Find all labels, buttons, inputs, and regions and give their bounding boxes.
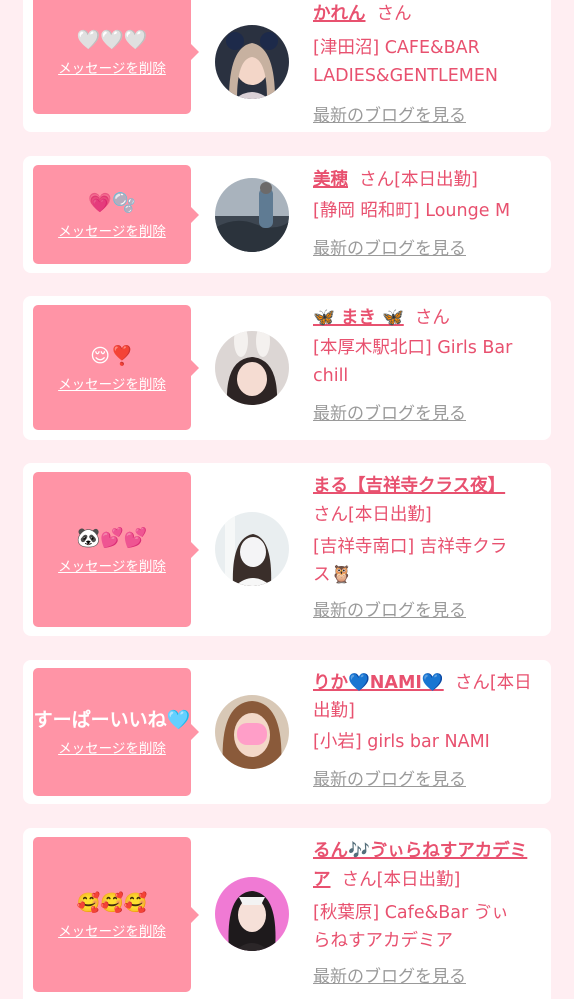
shop-name-cont: らねすアカデミア <box>313 931 453 951</box>
avatar[interactable] <box>215 178 289 252</box>
avatar[interactable] <box>215 25 289 99</box>
message-card: 🤍🤍🤍 メッセージを削除 かれん さん [津田沼] CAFE&BAR LADIE… <box>23 0 551 132</box>
delete-message-link[interactable]: メッセージを削除 <box>58 920 166 940</box>
delete-message-link[interactable]: メッセージを削除 <box>58 220 166 240</box>
shop-name: [静岡 昭和町] Lounge M <box>313 201 511 221</box>
profile-name-link[interactable]: まる【吉祥寺クラス夜】 <box>313 476 505 496</box>
profile-info: まる【吉祥寺クラス夜】 さん[本日出勤] [吉祥寺南口] 吉祥寺クラ ス🦉 最新… <box>313 472 543 625</box>
shop-name: [津田沼] CAFE&BAR <box>313 38 480 58</box>
profile-name-link[interactable]: 美穂 <box>313 170 348 190</box>
profile-info: るん🎶ゔぃらねすアカデミア さん[本日出勤] [秋葉原] Cafe&Bar ゔぃ… <box>313 837 543 991</box>
shop-name: [吉祥寺南口] 吉祥寺クラ <box>313 537 508 557</box>
name-suffix: さん[本日出勤] <box>313 505 432 525</box>
message-text: すーぱーいいね🩵 <box>33 709 191 731</box>
name-suffix: さん <box>376 4 412 24</box>
message-text: 💗🫧 <box>88 191 136 214</box>
message-text: 😌❣️ <box>90 344 134 367</box>
latest-blog-link[interactable]: 最新のブログを見る <box>313 963 466 991</box>
shop-name: [小岩] girls bar NAMI <box>313 732 490 752</box>
message-text: 🥰🥰🥰 <box>76 891 148 914</box>
avatar[interactable] <box>215 331 289 405</box>
message-bubble: 💗🫧 メッセージを削除 <box>33 165 191 264</box>
message-card: 💗🫧 メッセージを削除 美穂 さん[本日出勤] [静岡 昭和町] Lounge … <box>23 156 551 273</box>
message-bubble: 😌❣️ メッセージを削除 <box>33 305 191 430</box>
message-card: 😌❣️ メッセージを削除 🦋 まき 🦋 さん [本厚木駅北口] Girls Ba… <box>23 296 551 440</box>
shop-name-cont: ス🦉 <box>313 565 353 585</box>
delete-message-link[interactable]: メッセージを削除 <box>58 737 166 757</box>
message-text: 🤍🤍🤍 <box>76 29 148 51</box>
shop-name: [本厚木駅北口] Girls Bar <box>313 338 513 358</box>
latest-blog-link[interactable]: 最新のブログを見る <box>313 766 466 794</box>
name-suffix: さん[本日出勤] <box>341 870 461 890</box>
profile-name-link[interactable]: 🦋 まき 🦋 <box>313 308 404 328</box>
profile-name-link[interactable]: かれん <box>313 4 366 24</box>
profile-info: りか💙NAMI💙 さん[本日出勤] [小岩] girls bar NAMI 最新… <box>313 669 543 794</box>
latest-blog-link[interactable]: 最新のブログを見る <box>313 400 466 428</box>
name-suffix: さん[本日出勤] <box>359 170 478 190</box>
latest-blog-link[interactable]: 最新のブログを見る <box>313 597 466 625</box>
shop-name: [秋葉原] Cafe&Bar ゔぃ <box>313 903 509 923</box>
delete-message-link[interactable]: メッセージを削除 <box>58 555 166 575</box>
delete-message-link[interactable]: メッセージを削除 <box>58 373 166 393</box>
shop-name-cont: chill <box>313 366 349 386</box>
shop-name-cont: LADIES&GENTLEMEN <box>313 66 499 86</box>
message-bubble: 🥰🥰🥰 メッセージを削除 <box>33 837 191 992</box>
message-bubble: 🐼💕💕 メッセージを削除 <box>33 472 191 627</box>
avatar[interactable] <box>215 695 289 769</box>
delete-message-link[interactable]: メッセージを削除 <box>58 57 166 77</box>
name-suffix: さん <box>414 308 450 328</box>
message-card: 🐼💕💕 メッセージを削除 まる【吉祥寺クラス夜】 さん[本日出勤] [吉祥寺南口… <box>23 463 551 636</box>
message-bubble: 🤍🤍🤍 メッセージを削除 <box>33 0 191 114</box>
profile-info: 美穂 さん[本日出勤] [静岡 昭和町] Lounge M 最新のブログを見る <box>313 166 543 263</box>
avatar[interactable] <box>215 512 289 586</box>
profile-name-link[interactable]: りか💙NAMI💙 <box>313 673 444 693</box>
message-bubble: すーぱーいいね🩵 メッセージを削除 <box>33 668 191 796</box>
latest-blog-link[interactable]: 最新のブログを見る <box>313 102 466 130</box>
avatar[interactable] <box>215 877 289 951</box>
profile-info: 🦋 まき 🦋 さん [本厚木駅北口] Girls Bar chill 最新のブロ… <box>313 304 543 428</box>
message-card: すーぱーいいね🩵 メッセージを削除 りか💙NAMI💙 さん[本日出勤] [小岩]… <box>23 660 551 804</box>
message-text: 🐼💕💕 <box>76 526 148 549</box>
profile-info: かれん さん [津田沼] CAFE&BAR LADIES&GENTLEMEN 最… <box>313 0 543 130</box>
latest-blog-link[interactable]: 最新のブログを見る <box>313 235 466 263</box>
message-card: 🥰🥰🥰 メッセージを削除 るん🎶ゔぃらねすアカデミア さん[本日出勤] [秋葉原… <box>23 828 551 999</box>
